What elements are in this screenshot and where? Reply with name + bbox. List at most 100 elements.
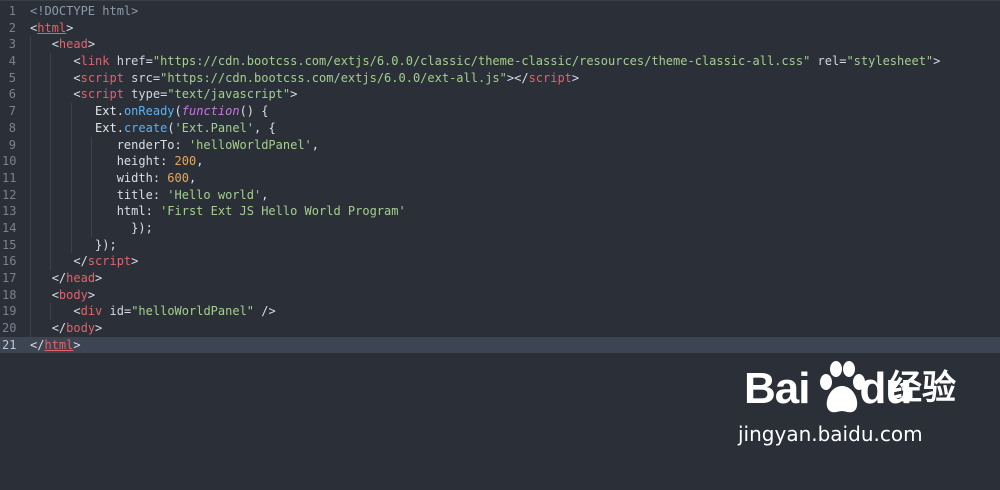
line-number: 18 [2, 287, 17, 302]
watermark-cn-text: 经验 [888, 368, 956, 408]
code-line[interactable]: 12 title: 'Hello world', [0, 186, 1000, 204]
code-line[interactable]: 3 <head> [0, 36, 1000, 54]
watermark-url: jingyan.baidu.com [738, 422, 923, 446]
indent-guide [50, 219, 52, 237]
code-token-punc: , { [254, 120, 276, 135]
code-token-punc: > [95, 271, 103, 285]
code-token-attr: href [109, 54, 146, 69]
code-token-tag: head [58, 37, 88, 52]
line-number: 11 [2, 170, 17, 185]
code-line[interactable]: 13 html: 'First Ext JS Hello World Progr… [0, 203, 1000, 220]
indent-guide [50, 303, 52, 321]
indent-guide [70, 103, 72, 120]
code-line[interactable]: 18 <body> [0, 286, 1000, 304]
code-token-punc: < [73, 87, 81, 102]
code-token-punc: , [196, 154, 204, 169]
line-number: 4 [8, 54, 16, 69]
code-token-punc: > [73, 337, 81, 352]
indent-guide [30, 153, 31, 170]
code-line[interactable]: 8 Ext.create('Ext.Panel', { [0, 119, 1000, 137]
code-line[interactable]: 19 <div id="helloWorldPanel" /> [0, 303, 1000, 321]
code-token-punc: . [116, 104, 124, 119]
code-line[interactable]: 1 <!DOCTYPE html> [0, 3, 1000, 20]
code-line[interactable]: 20 </body> [0, 320, 1000, 337]
indent-guide [70, 219, 72, 237]
indent-guide [30, 286, 31, 304]
line-number: 17 [2, 271, 17, 285]
indent-guide [50, 236, 52, 254]
line-number: 16 [2, 254, 17, 269]
indent-guide [50, 136, 52, 154]
indent-guide [91, 219, 93, 237]
code-token-punc: , [188, 170, 197, 185]
code-area[interactable]: 1 <!DOCTYPE html> 2 <html> 3 <head> 4 <link h… [0, 3, 1000, 354]
code-token-attr: id [102, 304, 124, 319]
code-line[interactable]: 17 </head> [0, 270, 1000, 287]
code-token-punc: = [152, 70, 161, 85]
code-token-punc: , [311, 137, 320, 152]
code-token-prop: renderTo [116, 137, 175, 152]
code-token-punc: /> [254, 304, 276, 319]
code-token-tag: html [37, 20, 67, 35]
code-line[interactable]: 14 }); [0, 219, 1000, 237]
indent-guide [70, 136, 72, 154]
code-token-punc: </ [51, 271, 67, 285]
line-number: 9 [8, 137, 16, 152]
line-number: 13 [2, 204, 17, 219]
code-token-tag: link [80, 54, 110, 69]
indent-guide [91, 203, 93, 220]
code-token-tag: body [66, 321, 96, 336]
code-token-fn: onReady [123, 104, 175, 119]
indent-guide [30, 53, 31, 70]
line-number: 7 [8, 104, 16, 119]
line-number: 20 [2, 321, 17, 336]
code-line[interactable]: 16 </script> [0, 253, 1000, 270]
code-line[interactable]: 7 Ext.onReady(function() { [0, 103, 1000, 120]
indent-guide [30, 103, 31, 120]
line-number: 15 [2, 237, 17, 252]
code-line[interactable]: 21 </html> [0, 336, 1000, 354]
code-token-punc: () { [239, 104, 269, 119]
code-token-punc: : [152, 170, 168, 185]
code-token-punc: ></ [506, 70, 529, 85]
indent-guide [50, 119, 52, 137]
indent-guide [50, 69, 52, 87]
indent-guide [30, 169, 31, 187]
code-line[interactable]: 5 <script src="https://cdn.bootcss.com/e… [0, 69, 1000, 87]
line-number: 5 [8, 70, 16, 85]
code-token-str: "helloWorldPanel" [131, 304, 255, 319]
code-token-kw: function [181, 104, 240, 119]
code-line[interactable]: 9 renderTo: 'helloWorldPanel', [0, 136, 1000, 154]
code-line[interactable]: 15 }); [0, 236, 1000, 254]
line-number: 19 [2, 304, 17, 319]
code-token-punc: ( [174, 104, 182, 119]
indent-guide [30, 186, 31, 204]
code-editor[interactable]: 1 <!DOCTYPE html> 2 <html> 3 <head> 4 <link h… [0, 0, 1000, 490]
code-token-prop: height [116, 154, 161, 169]
code-token-punc: </ [51, 321, 67, 336]
code-line[interactable]: 6 <script type="text/javascript"> [0, 86, 1000, 104]
code-token-punc: < [73, 70, 81, 85]
code-token-str: "https://cdn.bootcss.com/extjs/6.0.0/cla… [152, 54, 811, 69]
code-token-attr: rel [810, 54, 840, 69]
indent-guide [30, 303, 31, 321]
code-line[interactable]: 2 <html> [0, 20, 1000, 37]
indent-guide [30, 320, 31, 337]
code-token-punc: < [73, 54, 81, 69]
code-line[interactable]: 11 width: 600, [0, 169, 1000, 187]
code-line[interactable]: 4 <link href="https://cdn.bootcss.com/ex… [0, 53, 1000, 70]
code-token-punc: : [145, 204, 161, 219]
code-token-punc: ( [167, 120, 175, 135]
code-line[interactable]: 10 height: 200, [0, 153, 1000, 170]
code-token-str: "stylesheet" [846, 54, 934, 69]
indent-guide [30, 236, 31, 254]
